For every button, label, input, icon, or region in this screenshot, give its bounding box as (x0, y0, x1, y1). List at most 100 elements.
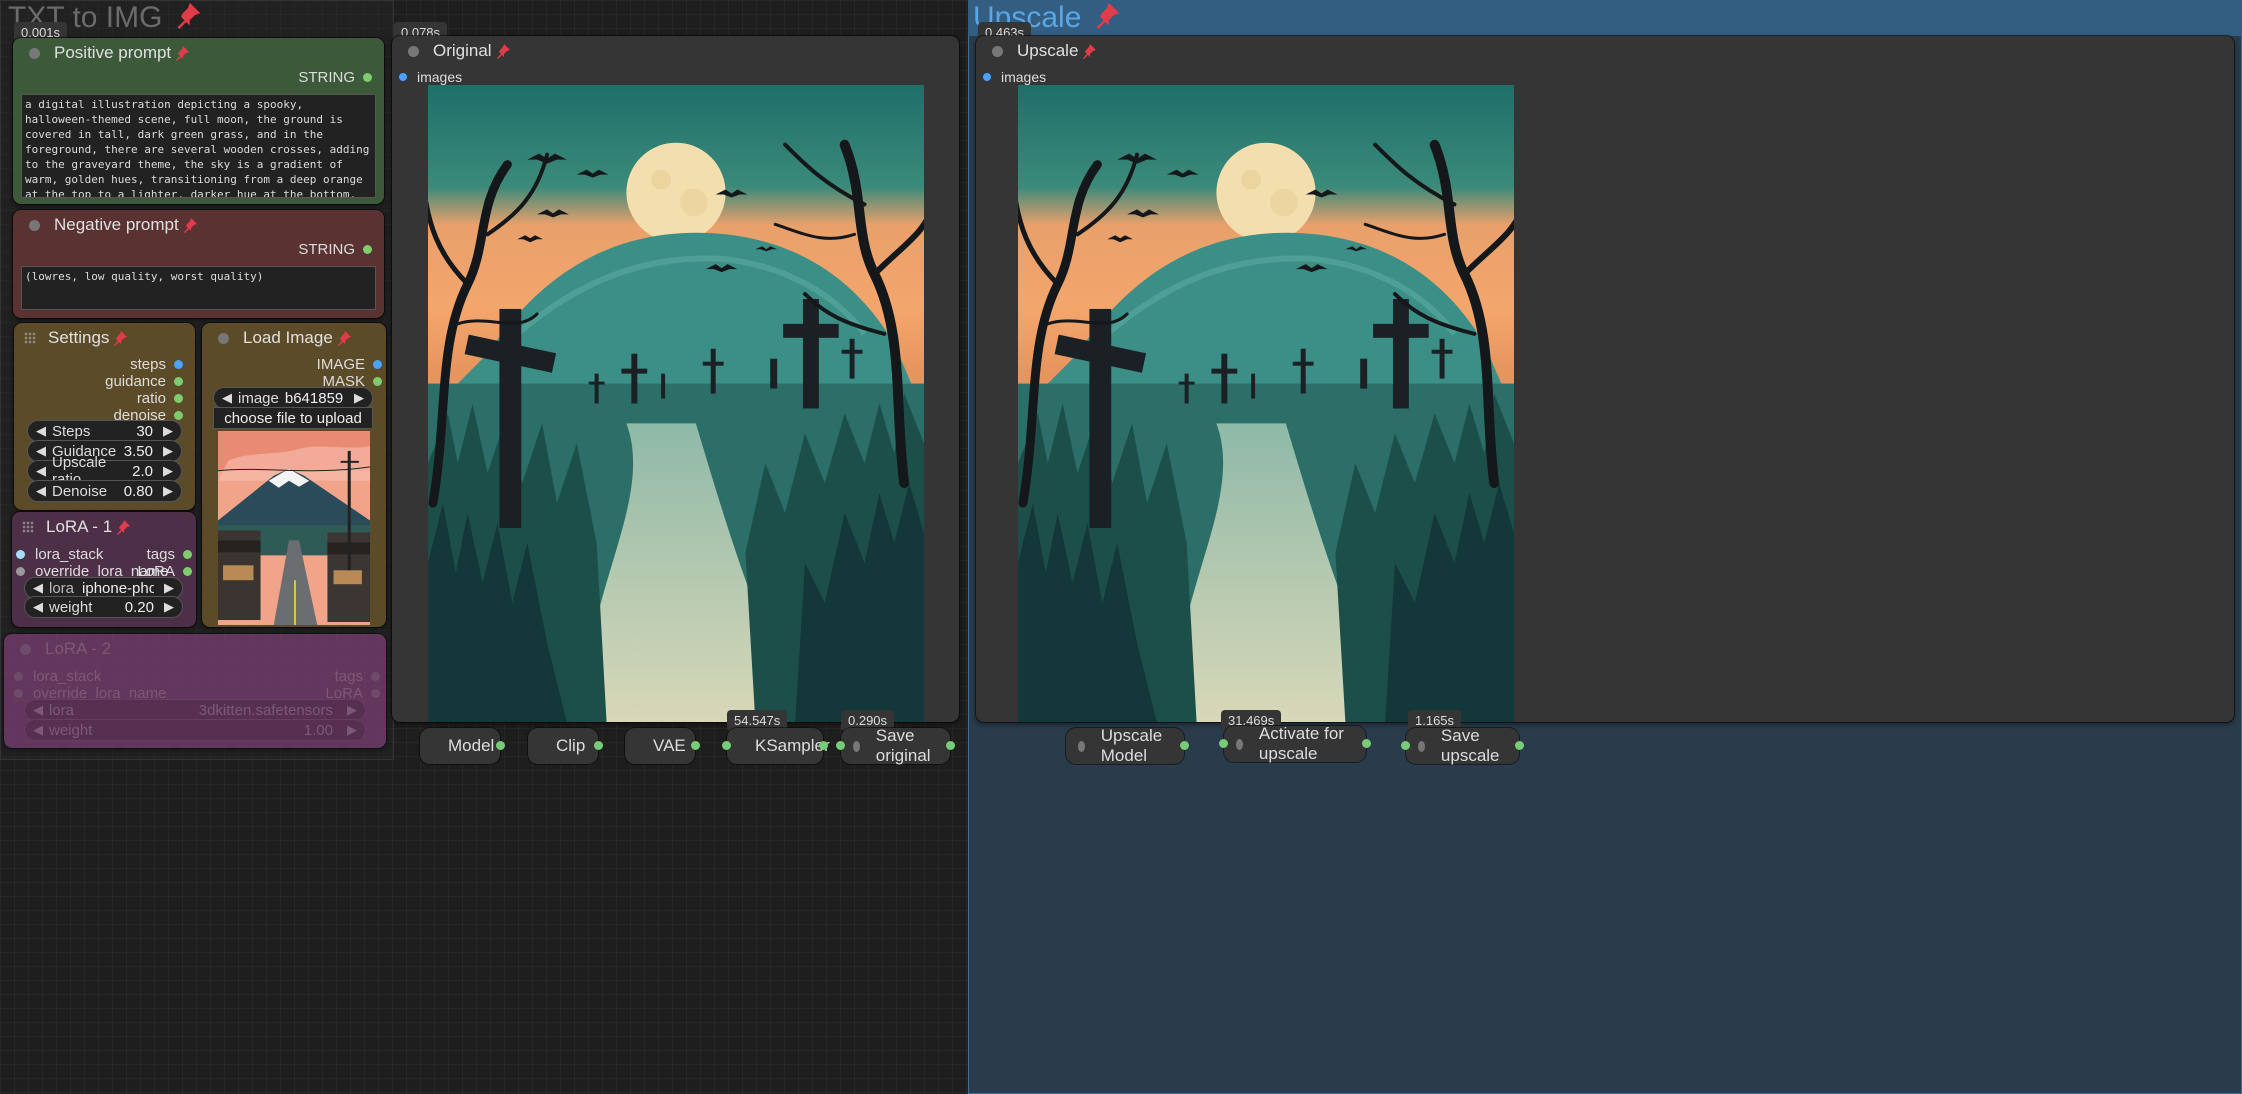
output-slot-ratio[interactable]: ratio (137, 390, 183, 407)
input-slot-lora-stack[interactable]: lora_stack (16, 546, 103, 563)
slot-dot[interactable] (183, 567, 192, 576)
output-slot-string[interactable]: STRING (298, 241, 372, 258)
drag-handle-icon[interactable] (24, 332, 36, 344)
denoise-widget[interactable]: ◀ Denoise 0.80 ▶ (27, 480, 182, 502)
input-slot-dot[interactable] (722, 741, 731, 750)
weight-widget[interactable]: ◀ weight 0.20 ▶ (24, 596, 183, 618)
slot-dot[interactable] (363, 73, 372, 82)
activate-upscale-node-collapsed[interactable]: Activate for upscale (1219, 724, 1371, 763)
upscale-preview-node[interactable]: Upscale images (976, 36, 2234, 722)
clip-node-collapsed[interactable]: Clip (528, 728, 603, 764)
output-slot-steps[interactable]: steps (130, 356, 183, 373)
collapse-dot[interactable] (408, 45, 419, 57)
output-slot-dot[interactable] (594, 741, 603, 750)
steps-widget[interactable]: ◀ Steps 30 ▶ (27, 420, 182, 442)
output-slot-image[interactable]: IMAGE (317, 356, 382, 373)
input-slot-dot[interactable] (1401, 741, 1410, 750)
collapse-dot[interactable] (853, 740, 860, 752)
previous-arrow-icon[interactable]: ◀ (33, 580, 43, 596)
decrement-arrow-icon[interactable]: ◀ (33, 599, 43, 615)
increment-arrow-icon[interactable]: ▶ (163, 463, 173, 479)
slot-dot[interactable] (16, 567, 25, 576)
weight-widget[interactable]: ◀ weight 1.00 ▶ (24, 719, 366, 741)
negative-prompt-textarea[interactable]: (lowres, low quality, worst quality) (21, 266, 376, 310)
output-slot-dot[interactable] (1515, 741, 1524, 750)
upscale-model-node-collapsed[interactable]: Upscale Model (1066, 726, 1189, 765)
output-slot-dot[interactable] (946, 741, 955, 750)
node-title[interactable]: Negative prompt (13, 210, 384, 240)
positive-prompt-textarea[interactable]: a digital illustration depicting a spook… (21, 94, 376, 198)
lora-2-node[interactable]: LoRA - 2 lora_stack override_lora_name t… (4, 634, 386, 748)
input-slot-images[interactable]: images (983, 69, 1046, 85)
slot-dot[interactable] (183, 550, 192, 559)
collapse-dot[interactable] (1078, 740, 1085, 752)
node-title[interactable]: Load Image (202, 323, 386, 353)
previous-arrow-icon[interactable]: ◀ (222, 390, 232, 406)
slot-dot[interactable] (16, 550, 25, 559)
load-image-node[interactable]: Load Image IMAGE MASK ◀ image b6418591-c… (202, 323, 386, 627)
save-upscale-node-collapsed[interactable]: Save upscale (1401, 726, 1524, 765)
lora-select-widget[interactable]: ◀ lora 3dkitten.safetensors ▶ (24, 699, 366, 721)
slot-dot[interactable] (371, 672, 380, 681)
input-slot-images[interactable]: images (399, 69, 462, 85)
decrement-arrow-icon[interactable]: ◀ (36, 463, 46, 479)
decrement-arrow-icon[interactable]: ◀ (33, 722, 43, 738)
increment-arrow-icon[interactable]: ▶ (163, 483, 173, 499)
slot-dot[interactable] (174, 377, 183, 386)
slot-dot[interactable] (14, 689, 23, 698)
node-title[interactable]: Original (392, 36, 959, 66)
input-slot-lora-stack[interactable]: lora_stack (14, 668, 101, 685)
image-select-widget[interactable]: ◀ image b6418591-c819... ▶ (213, 387, 373, 409)
node-title[interactable]: LoRA - 2 (4, 634, 386, 664)
slot-dot[interactable] (371, 689, 380, 698)
output-slot-dot[interactable] (1362, 739, 1371, 748)
node-title[interactable]: Positive prompt (13, 38, 384, 68)
collapse-dot[interactable] (218, 332, 229, 344)
input-slot-dot[interactable] (1219, 739, 1228, 748)
slot-dot[interactable] (174, 394, 183, 403)
output-slot-guidance[interactable]: guidance (105, 373, 183, 390)
output-slot-dot[interactable] (496, 741, 505, 750)
collapse-dot[interactable] (1418, 740, 1425, 752)
collapse-dot[interactable] (29, 47, 40, 59)
node-title[interactable]: Settings (14, 323, 195, 353)
ksampler-node-collapsed[interactable]: KSampler (722, 728, 830, 764)
output-slot-tags[interactable]: tags (335, 668, 380, 685)
previous-arrow-icon[interactable]: ◀ (33, 702, 43, 718)
slot-dot[interactable] (399, 73, 407, 81)
output-slot-tags[interactable]: tags (147, 546, 192, 563)
vae-node-collapsed[interactable]: VAE (625, 728, 700, 764)
choose-file-button[interactable]: choose file to upload (213, 407, 373, 429)
increment-arrow-icon[interactable]: ▶ (164, 599, 174, 615)
lora-1-node[interactable]: LoRA - 1 lora_stack override_lora_name t… (12, 512, 196, 627)
output-slot-string[interactable]: STRING (298, 69, 372, 86)
original-preview-node[interactable]: Original images (392, 36, 959, 722)
settings-node[interactable]: Settings steps guidance ratio denoise ◀ S… (14, 323, 195, 510)
collapse-dot[interactable] (29, 219, 40, 231)
slot-dot[interactable] (174, 360, 183, 369)
decrement-arrow-icon[interactable]: ◀ (36, 443, 46, 459)
input-slot-dot[interactable] (836, 741, 845, 750)
node-title[interactable]: LoRA - 1 (12, 512, 196, 542)
slot-dot[interactable] (174, 411, 183, 420)
upscale-ratio-widget[interactable]: ◀Upscale ratio2.0▶ (27, 454, 182, 488)
output-slot-dot[interactable] (1180, 741, 1189, 750)
output-slot-dot[interactable] (691, 741, 700, 750)
decrement-arrow-icon[interactable]: ◀ (36, 423, 46, 439)
slot-dot[interactable] (14, 672, 23, 681)
output-slot-dot[interactable] (819, 741, 828, 750)
slot-dot[interactable] (373, 377, 382, 386)
negative-prompt-node[interactable]: Negative prompt STRING (lowres, low qual… (13, 210, 384, 318)
collapse-dot[interactable] (992, 45, 1003, 57)
increment-arrow-icon[interactable]: ▶ (347, 722, 357, 738)
increment-arrow-icon[interactable]: ▶ (163, 423, 173, 439)
slot-dot[interactable] (363, 245, 372, 254)
model-node-collapsed[interactable]: Model (420, 728, 505, 764)
next-arrow-icon[interactable]: ▶ (164, 580, 174, 596)
next-arrow-icon[interactable]: ▶ (354, 390, 364, 406)
decrement-arrow-icon[interactable]: ◀ (36, 483, 46, 499)
slot-dot[interactable] (983, 73, 991, 81)
positive-prompt-node[interactable]: Positive prompt STRING a digital illustr… (13, 38, 384, 204)
next-arrow-icon[interactable]: ▶ (347, 702, 357, 718)
increment-arrow-icon[interactable]: ▶ (163, 443, 173, 459)
